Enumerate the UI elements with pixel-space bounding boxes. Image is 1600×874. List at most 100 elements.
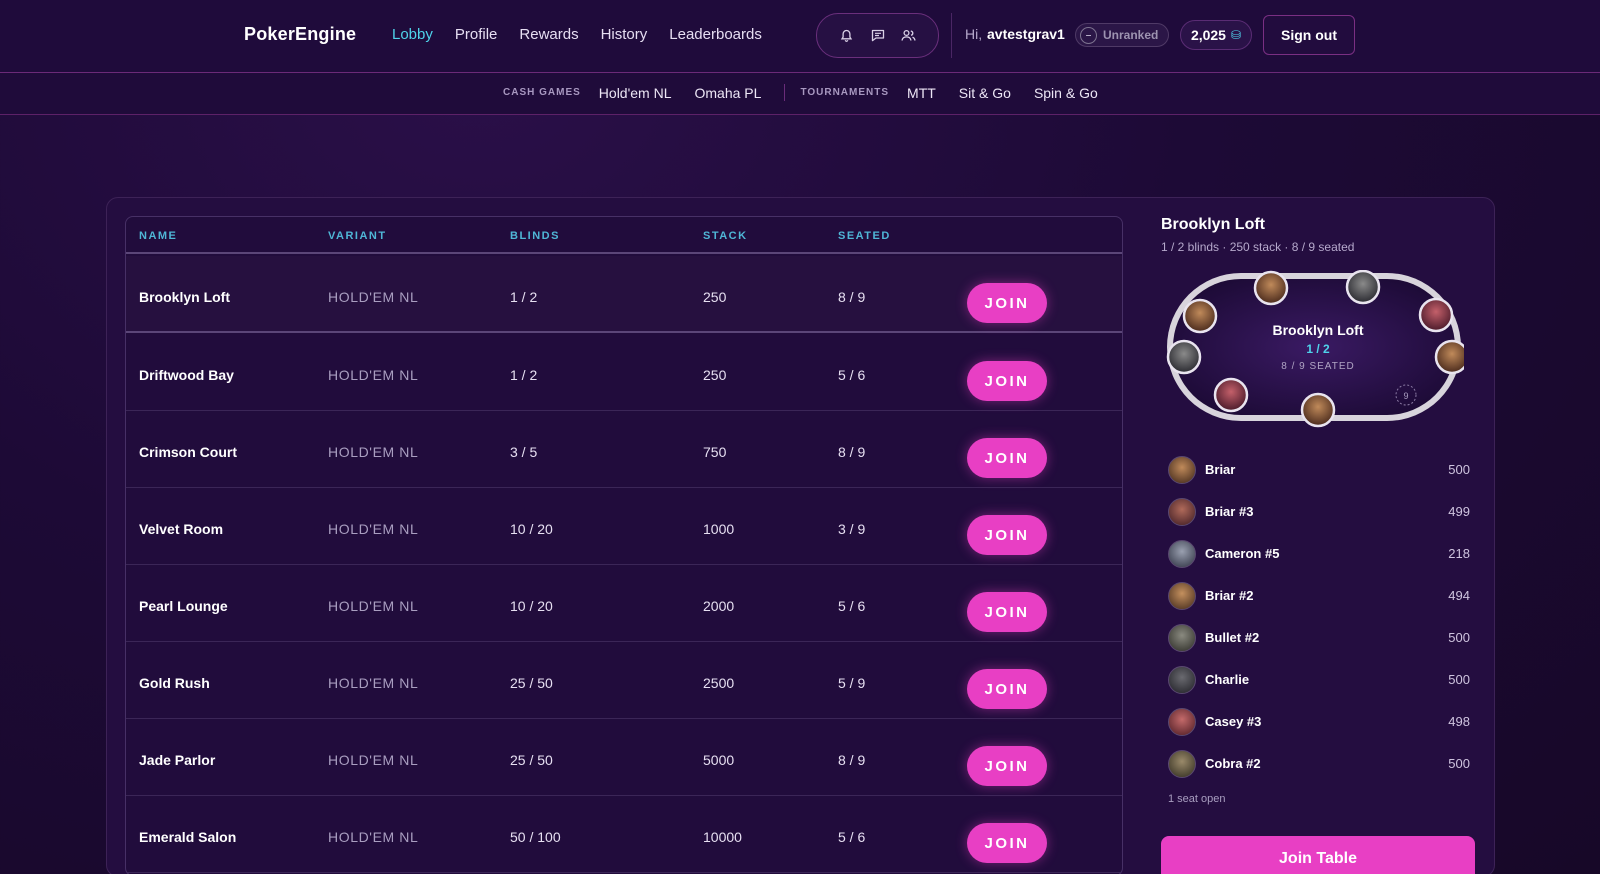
player-row[interactable]: Briar #2 494 (1166, 578, 1470, 620)
main-nav: Lobby Profile Rewards History Leaderboar… (392, 26, 762, 43)
avatar (1168, 708, 1196, 736)
felt-table-name: Brooklyn Loft (1273, 322, 1364, 338)
row-stack: 5000 (703, 752, 735, 768)
join-button[interactable]: JOIN (967, 669, 1047, 709)
row-name: Pearl Lounge (139, 598, 228, 614)
player-stack: 498 (1448, 714, 1470, 729)
row-variant: HOLD'EM NL (328, 521, 419, 537)
subnav-omaha-pl[interactable]: Omaha PL (695, 85, 762, 101)
nav-leaderboards[interactable]: Leaderboards (669, 26, 762, 43)
seat-avatar[interactable] (1418, 297, 1454, 333)
join-button[interactable]: JOIN (967, 438, 1047, 478)
coin-stack-icon: ⛁ (1230, 28, 1242, 42)
felt-seated: 8 / 9 SEATED (1281, 361, 1355, 372)
quick-actions (816, 13, 939, 58)
sign-out-button[interactable]: Sign out (1263, 15, 1355, 55)
row-blinds: 25 / 50 (510, 675, 553, 691)
seat-avatar[interactable] (1345, 270, 1381, 305)
app-logo[interactable]: PokerEngine (244, 24, 356, 45)
table-list: NAME VARIANT BLINDS STACK SEATED Brookly… (125, 216, 1123, 874)
table-row[interactable]: Velvet Room HOLD'EM NL 10 / 20 1000 3 / … (126, 488, 1122, 565)
player-row[interactable]: Cobra #2 500 (1166, 746, 1470, 788)
seat-avatar[interactable] (1253, 270, 1289, 306)
row-blinds: 1 / 2 (510, 289, 538, 305)
row-stack: 250 (703, 289, 727, 305)
row-name: Crimson Court (139, 444, 237, 460)
join-button[interactable]: JOIN (967, 592, 1047, 632)
row-seated: 8 / 9 (838, 289, 866, 305)
row-name: Driftwood Bay (139, 367, 234, 383)
table-header: NAME VARIANT BLINDS STACK SEATED (126, 217, 1122, 254)
join-button[interactable]: JOIN (967, 746, 1047, 786)
friends-icon[interactable] (899, 26, 919, 46)
col-name[interactable]: NAME (139, 230, 177, 242)
row-blinds: 25 / 50 (510, 752, 553, 768)
chip-count: 2,025 (1190, 27, 1226, 43)
greeting-text: Hi, (965, 26, 983, 42)
table-row[interactable]: Gold Rush HOLD'EM NL 25 / 50 2500 5 / 9 … (126, 642, 1122, 719)
join-button[interactable]: JOIN (967, 361, 1047, 401)
row-seated: 3 / 9 (838, 521, 866, 537)
rank-badge: – Unranked (1075, 23, 1169, 47)
game-type-nav: CASH GAMES Hold'em NL Omaha PL TOURNAMEN… (0, 73, 1600, 115)
row-stack: 750 (703, 444, 727, 460)
nav-profile[interactable]: Profile (455, 26, 498, 43)
avatar (1168, 750, 1196, 778)
player-stack: 218 (1448, 546, 1470, 561)
player-stack: 500 (1448, 756, 1470, 771)
table-row[interactable]: Emerald Salon HOLD'EM NL 50 / 100 10000 … (126, 796, 1122, 873)
subnav-holdem-nl[interactable]: Hold'em NL (599, 85, 672, 101)
row-stack: 2000 (703, 598, 735, 614)
table-row[interactable]: Driftwood Bay HOLD'EM NL 1 / 2 250 5 / 6… (126, 334, 1122, 411)
player-row[interactable]: Cameron #5 218 (1166, 536, 1470, 578)
row-blinds: 10 / 20 (510, 521, 553, 537)
seat-avatar[interactable] (1213, 377, 1249, 413)
player-row[interactable]: Bullet #2 500 (1166, 620, 1470, 662)
join-table-button[interactable]: Join Table (1161, 836, 1475, 874)
player-row[interactable]: Briar 500 (1166, 452, 1470, 494)
nav-history[interactable]: History (601, 26, 648, 43)
seat-avatar[interactable] (1166, 339, 1202, 375)
player-row[interactable]: Briar #3 499 (1166, 494, 1470, 536)
col-stack[interactable]: STACK (703, 230, 748, 242)
player-name: Briar #3 (1205, 504, 1254, 519)
chat-icon[interactable] (868, 26, 888, 46)
row-variant: HOLD'EM NL (328, 752, 419, 768)
bell-icon[interactable] (837, 26, 857, 46)
player-row[interactable]: Casey #3 498 (1166, 704, 1470, 746)
subnav-sit-and-go[interactable]: Sit & Go (959, 85, 1011, 101)
col-variant[interactable]: VARIANT (328, 230, 387, 242)
player-stack: 500 (1448, 630, 1470, 645)
avatar (1168, 498, 1196, 526)
header-divider (951, 13, 952, 58)
join-button[interactable]: JOIN (967, 283, 1047, 323)
table-row[interactable]: Brooklyn Loft HOLD'EM NL 1 / 2 250 8 / 9… (126, 256, 1122, 333)
avatar (1168, 540, 1196, 568)
table-row[interactable]: Crimson Court HOLD'EM NL 3 / 5 750 8 / 9… (126, 411, 1122, 488)
join-button[interactable]: JOIN (967, 823, 1047, 863)
table-row[interactable]: Pearl Lounge HOLD'EM NL 10 / 20 2000 5 /… (126, 565, 1122, 642)
username: avtestgrav1 (987, 26, 1065, 42)
seat-avatar[interactable] (1434, 339, 1464, 375)
seat-avatar[interactable] (1182, 298, 1218, 334)
table-row[interactable]: Jade Parlor HOLD'EM NL 25 / 50 5000 8 / … (126, 719, 1122, 796)
player-stack: 499 (1448, 504, 1470, 519)
nav-rewards[interactable]: Rewards (519, 26, 578, 43)
nav-lobby[interactable]: Lobby (392, 26, 433, 43)
col-blinds[interactable]: BLINDS (510, 230, 560, 242)
seat-avatar[interactable] (1300, 392, 1336, 428)
player-row[interactable]: Charlie 500 (1166, 662, 1470, 704)
col-seated[interactable]: SEATED (838, 230, 891, 242)
avatar (1168, 624, 1196, 652)
subnav-mtt[interactable]: MTT (907, 85, 936, 101)
subnav-spin-and-go[interactable]: Spin & Go (1034, 85, 1098, 101)
row-seated: 5 / 9 (838, 675, 866, 691)
avatar (1168, 582, 1196, 610)
minus-circle-icon: – (1080, 26, 1097, 44)
join-button[interactable]: JOIN (967, 515, 1047, 555)
poker-table-preview: 9 Brooklyn Loft 1 / 2 8 / 9 SEATED (1166, 270, 1464, 428)
player-name: Cameron #5 (1205, 546, 1280, 561)
row-name: Gold Rush (139, 675, 210, 691)
row-name: Brooklyn Loft (139, 289, 230, 305)
row-seated: 5 / 6 (838, 598, 866, 614)
